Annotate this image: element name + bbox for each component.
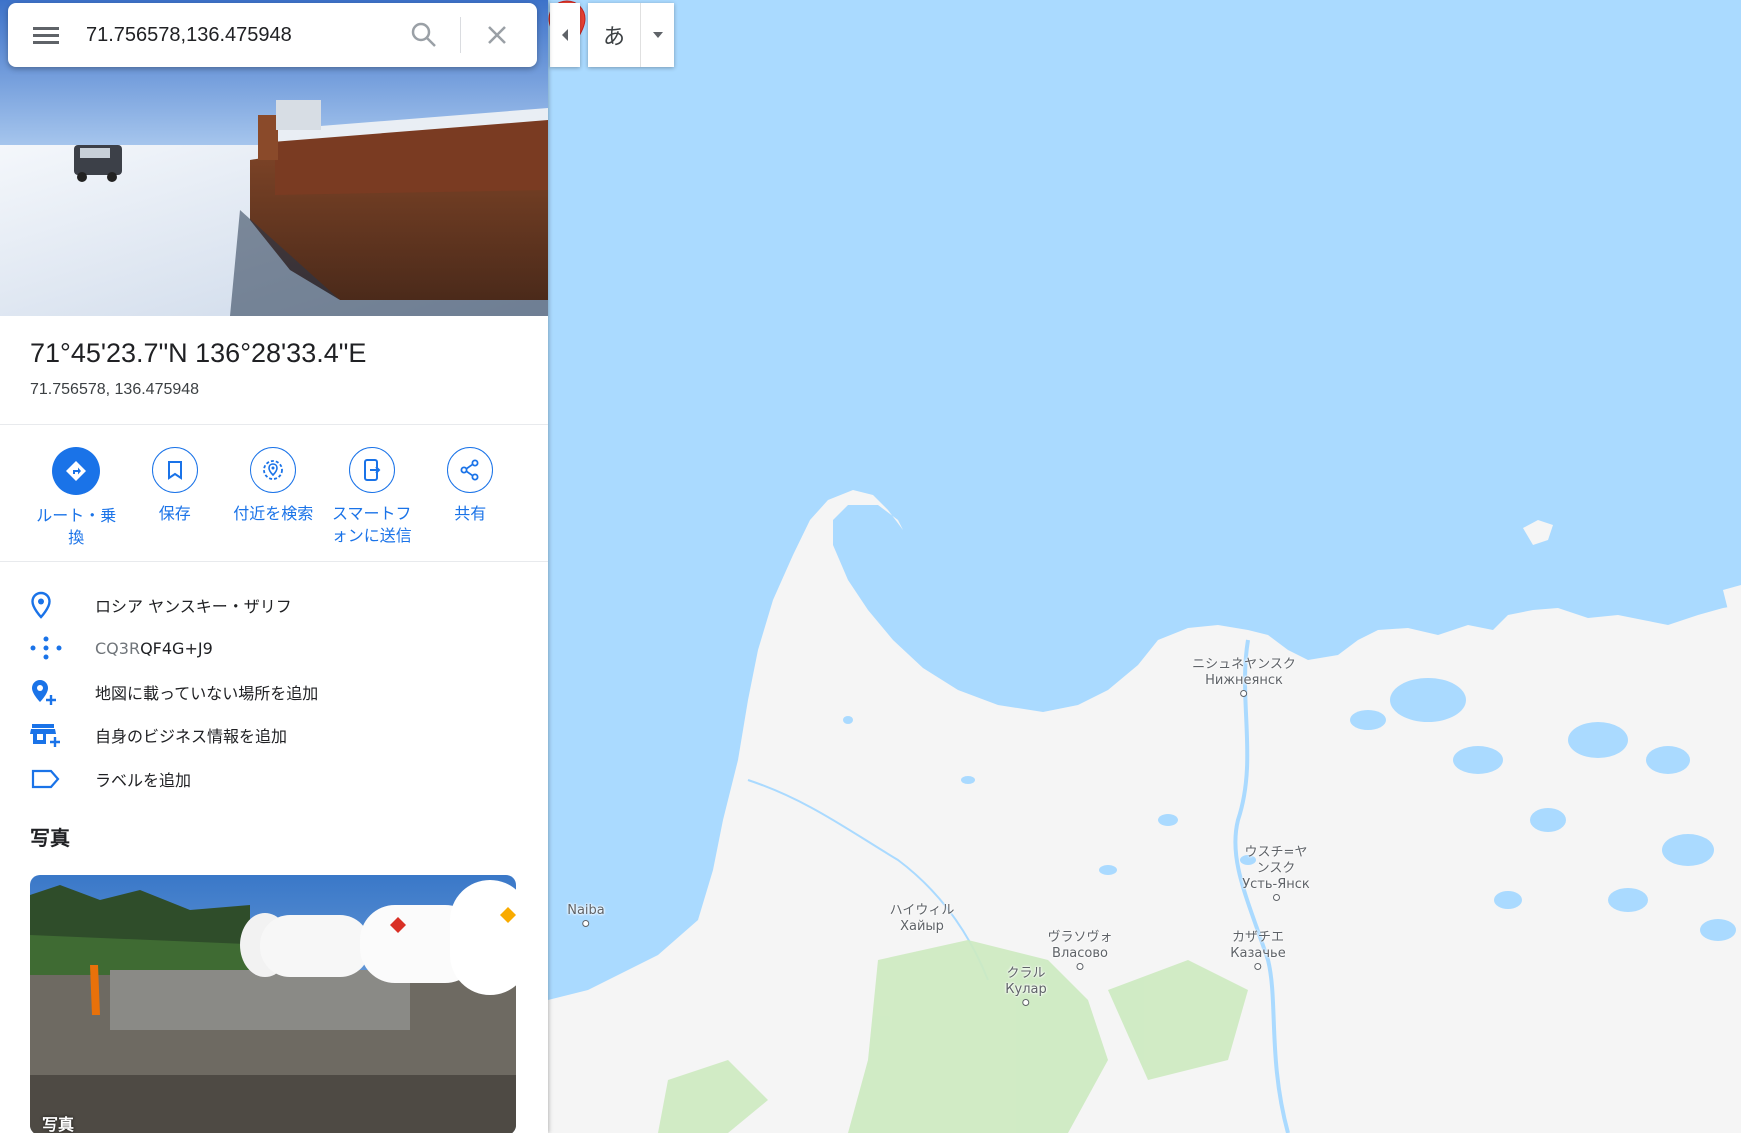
add-business-icon bbox=[30, 724, 60, 748]
directions-button[interactable]: ルート・乗換 bbox=[27, 447, 126, 549]
send-to-phone-icon-circle bbox=[348, 447, 395, 493]
place-title-block: 71°45'23.7"N 136°28'33.4"E 71.756578, 13… bbox=[30, 338, 366, 399]
pluscode-icon bbox=[30, 636, 62, 660]
map-canvas[interactable]: ニシュネヤンスク Нижнеянск ウスチ=ヤンスク Усть-Янск ハイ… bbox=[548, 0, 1741, 1133]
label-icon bbox=[31, 769, 60, 788]
add-location-icon bbox=[32, 679, 56, 705]
caret-down-icon bbox=[652, 32, 663, 38]
add-label-row[interactable]: ラベルを追加 bbox=[0, 757, 548, 801]
page-title: 71°45'23.7"N 136°28'33.4"E bbox=[30, 338, 367, 368]
place-label-nizhneyansk[interactable]: ニシュネヤンスク Нижнеянск bbox=[1192, 657, 1296, 697]
island bbox=[1523, 520, 1553, 545]
place-dot bbox=[1022, 999, 1030, 1006]
save-button[interactable]: 保存 bbox=[126, 447, 225, 549]
search-button[interactable] bbox=[388, 3, 460, 67]
divider bbox=[0, 424, 548, 425]
search-nearby-label: 付近を検索 bbox=[233, 504, 314, 523]
map-graphic bbox=[548, 490, 1741, 1133]
share-icon bbox=[460, 459, 479, 481]
place-dot bbox=[1076, 963, 1084, 970]
add-missing-place-row[interactable]: 地図に載っていない場所を追加 bbox=[0, 670, 548, 714]
divider bbox=[0, 561, 548, 562]
search-box bbox=[8, 3, 537, 67]
address-text: ロシア ヤンスキー・ザリフ bbox=[95, 596, 292, 616]
action-buttons: ルート・乗換 保存 付近を検索 スマートフォンに送信 共有 bbox=[27, 447, 520, 549]
add-label-text: ラベルを追加 bbox=[95, 770, 192, 790]
pluscode-icon-wrap bbox=[0, 636, 95, 660]
photo-thumbnail bbox=[30, 875, 516, 1133]
chevron-left-icon bbox=[562, 29, 568, 41]
place-dot bbox=[1272, 894, 1280, 901]
label-icon-wrap bbox=[0, 768, 95, 790]
info-list: ロシア ヤンスキー・ザリフ CQ3RQF4G+J9 地図に載っていない場所を追加… bbox=[0, 583, 548, 801]
coordinates-subtitle: 71.756578, 136.475948 bbox=[30, 381, 200, 398]
ime-dropdown[interactable] bbox=[641, 3, 674, 67]
pluscode-prefix: CQ3R bbox=[95, 638, 141, 658]
send-to-phone-icon bbox=[363, 459, 381, 481]
add-business-icon-wrap bbox=[0, 722, 95, 748]
save-label: 保存 bbox=[158, 504, 191, 523]
close-icon bbox=[488, 26, 506, 44]
pluscode-row[interactable]: CQ3RQF4G+J9 bbox=[0, 627, 548, 671]
send-to-phone-button[interactable]: スマートフォンに送信 bbox=[323, 447, 422, 549]
add-missing-place-text: 地図に載っていない場所を追加 bbox=[95, 683, 319, 703]
clear-search-button[interactable] bbox=[461, 3, 533, 67]
add-place-icon-wrap bbox=[0, 678, 95, 706]
share-label: 共有 bbox=[454, 504, 487, 523]
pluscode-text: CQ3RQF4G+J9 bbox=[95, 639, 213, 658]
place-label-vlasovo[interactable]: ヴラソヴォ Власово bbox=[1047, 930, 1113, 970]
place-label-kular[interactable]: クラル Кулар bbox=[1005, 966, 1047, 1006]
place-label-kazachye[interactable]: カザチエ Казачье bbox=[1230, 930, 1286, 970]
pluscode-value: QF4G+J9 bbox=[140, 638, 213, 658]
search-nearby-icon-circle bbox=[250, 447, 297, 493]
directions-label: ルート・乗換 bbox=[36, 506, 117, 547]
side-panel: 71°45'23.7"N 136°28'33.4"E 71.756578, 13… bbox=[0, 0, 548, 1133]
photo-card[interactable]: 写真 bbox=[30, 875, 516, 1133]
place-label-naiba[interactable]: Naiba bbox=[567, 903, 605, 927]
hamburger-menu-icon bbox=[33, 27, 59, 44]
location-icon-wrap bbox=[0, 591, 95, 619]
bookmark-icon bbox=[167, 461, 182, 480]
directions-icon-circle bbox=[52, 447, 101, 495]
menu-button[interactable] bbox=[8, 3, 84, 67]
address-row[interactable]: ロシア ヤンスキー・ザリフ bbox=[0, 583, 548, 627]
share-icon-circle bbox=[447, 447, 494, 493]
place-dot bbox=[1240, 690, 1248, 697]
place-dot bbox=[1254, 963, 1262, 970]
input-method-button[interactable]: あ bbox=[588, 3, 674, 67]
add-business-row[interactable]: 自身のビジネス情報を追加 bbox=[0, 714, 548, 758]
add-business-text: 自身のビジネス情報を追加 bbox=[95, 727, 288, 747]
place-label-khaiyr[interactable]: ハイウィル Хайыр bbox=[890, 903, 955, 935]
search-icon bbox=[411, 22, 436, 47]
save-icon-circle bbox=[151, 447, 198, 493]
place-label-ust-yansk[interactable]: ウスチ=ヤンスク Усть-Янск bbox=[1241, 845, 1311, 901]
place-dot bbox=[582, 920, 590, 927]
search-input[interactable] bbox=[84, 22, 388, 48]
photo-card-label: 写真 bbox=[42, 1115, 75, 1133]
location-icon bbox=[31, 591, 51, 619]
directions-icon bbox=[66, 461, 87, 481]
photos-heading: 写真 bbox=[30, 826, 70, 850]
send-to-phone-label: スマートフォンに送信 bbox=[331, 504, 412, 545]
share-button[interactable]: 共有 bbox=[421, 447, 520, 549]
search-nearby-icon bbox=[263, 460, 284, 480]
collapse-panel-button[interactable] bbox=[550, 3, 580, 67]
search-nearby-button[interactable]: 付近を検索 bbox=[224, 447, 323, 549]
ime-character[interactable]: あ bbox=[588, 3, 641, 67]
